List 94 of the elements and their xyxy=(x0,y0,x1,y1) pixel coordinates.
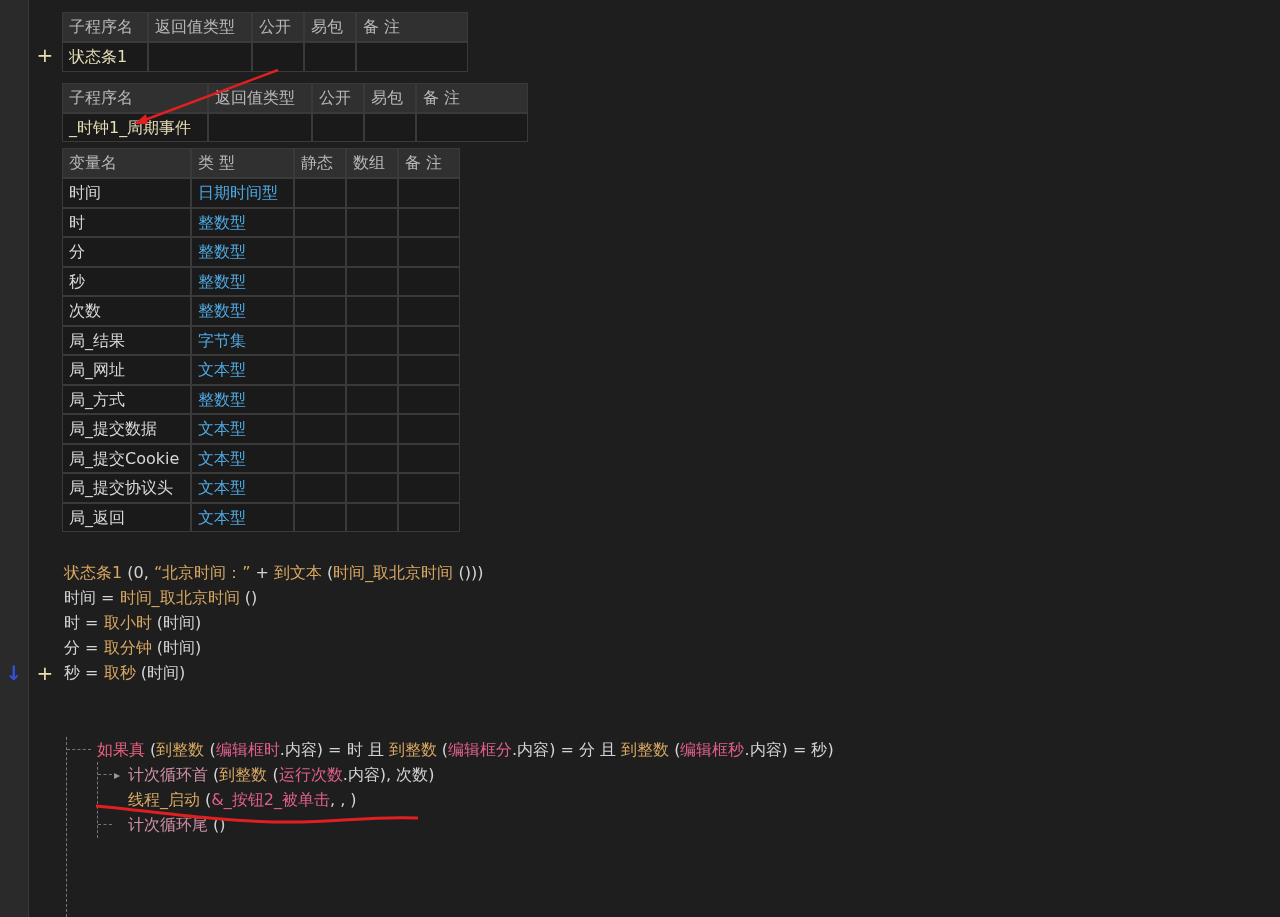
table-cell xyxy=(399,474,459,502)
table-cell: 局_提交协议头 xyxy=(63,474,190,502)
breakpoint-arrow: ↓ xyxy=(5,661,23,684)
table-cell: 局_方式 xyxy=(63,385,190,413)
table-cell: 整数型 xyxy=(192,238,293,266)
table-cell: 次数 xyxy=(63,297,190,325)
column-header: 数组 xyxy=(347,149,397,177)
table-cell: 秒 xyxy=(63,267,190,295)
table-cell xyxy=(295,503,345,531)
column-header: 公开 xyxy=(253,13,303,41)
table-cell: 局_提交数据 xyxy=(63,415,190,443)
table-cell xyxy=(295,179,345,207)
table-cell xyxy=(295,415,345,443)
table-cell xyxy=(295,385,345,413)
table-cell xyxy=(305,43,355,71)
table-cell xyxy=(295,356,345,384)
table-cell xyxy=(347,385,397,413)
table-cell xyxy=(347,267,397,295)
table-cell xyxy=(347,179,397,207)
table-cell xyxy=(399,326,459,354)
column-header: 公开 xyxy=(313,83,363,112)
table-cell: 时间 xyxy=(63,179,190,207)
table-cell xyxy=(347,444,397,472)
table-cell xyxy=(347,208,397,236)
table-cell: 文本型 xyxy=(192,356,293,384)
column-header: 变量名 xyxy=(63,149,190,177)
column-header: 返回值类型 xyxy=(209,83,311,112)
column-header: 子程序名 xyxy=(63,13,147,41)
tree-line xyxy=(98,824,112,825)
table-cell: 整数型 xyxy=(192,385,293,413)
table-cell xyxy=(253,43,303,71)
table-cell xyxy=(313,113,363,141)
table-cell: 文本型 xyxy=(192,474,293,502)
column-header: 易包 xyxy=(305,13,355,41)
column-header: 易包 xyxy=(365,83,415,112)
table-cell: 局_结果 xyxy=(63,326,190,354)
table-cell xyxy=(295,297,345,325)
table-cell xyxy=(295,444,345,472)
column-header: 静态 xyxy=(295,149,345,177)
loop-marker: ▸ xyxy=(114,767,121,782)
tree-line xyxy=(98,774,112,775)
column-header: 备 注 xyxy=(399,149,459,177)
code-line: 秒 = 取秒 (时间) xyxy=(63,662,186,684)
table-cell: 整数型 xyxy=(192,297,293,325)
table-cell: 状态条1 xyxy=(63,43,147,71)
code-line: 分 = 取分钟 (时间) xyxy=(63,637,202,659)
table-cell xyxy=(295,474,345,502)
table-cell: 日期时间型 xyxy=(192,179,293,207)
code-line: 状态条1 (0, “北京时间：” + 到文本 (时间_取北京时间 ())) xyxy=(63,562,484,584)
table-cell: 文本型 xyxy=(192,444,293,472)
table-cell xyxy=(347,238,397,266)
table-cell: 分 xyxy=(63,238,190,266)
table-cell xyxy=(399,208,459,236)
table-cell: 整数型 xyxy=(192,267,293,295)
table-cell xyxy=(399,444,459,472)
table-cell xyxy=(399,238,459,266)
table-cell xyxy=(399,356,459,384)
table-cell xyxy=(365,113,415,141)
table-cell xyxy=(347,297,397,325)
table-cell: 整数型 xyxy=(192,208,293,236)
column-header: 备 注 xyxy=(357,13,467,41)
code-line: 时 = 取小时 (时间) xyxy=(63,612,202,634)
column-header: 子程序名 xyxy=(63,83,207,112)
table-cell xyxy=(399,415,459,443)
table-cell: 字节集 xyxy=(192,326,293,354)
table-cell xyxy=(399,179,459,207)
table-cell xyxy=(399,503,459,531)
table-cell xyxy=(295,208,345,236)
column-header: 返回值类型 xyxy=(149,13,251,41)
column-header: 类 型 xyxy=(192,149,293,177)
table-cell xyxy=(347,326,397,354)
table-cell: 时 xyxy=(63,208,190,236)
code-line: 线程_启动 (&_按钮2_被单击, , ) xyxy=(127,789,357,811)
table-cell xyxy=(295,326,345,354)
code-line: 计次循环首 (到整数 (运行次数.内容), 次数) xyxy=(127,764,435,786)
table-cell xyxy=(347,356,397,384)
column-header: 备 注 xyxy=(417,83,527,112)
code-line: 时间 = 时间_取北京时间 () xyxy=(63,587,258,609)
table-cell xyxy=(399,267,459,295)
table-cell xyxy=(295,267,345,295)
table-cell: 局_网址 xyxy=(63,356,190,384)
code-line: 如果真 (到整数 (编辑框时.内容) = 时 且 到整数 (编辑框分.内容) = 分 且 到整数 (编辑框秒.内容) = 秒) xyxy=(96,739,834,761)
table-cell xyxy=(347,415,397,443)
expand-toggle[interactable]: + xyxy=(36,661,54,684)
table-cell: 文本型 xyxy=(192,415,293,443)
expand-toggle[interactable]: + xyxy=(36,44,54,66)
table-cell xyxy=(399,385,459,413)
table-cell xyxy=(347,503,397,531)
table-cell: 局_提交Cookie xyxy=(63,444,190,472)
table-cell: 文本型 xyxy=(192,503,293,531)
table-cell xyxy=(295,238,345,266)
table-cell xyxy=(347,474,397,502)
table-cell: 局_返回 xyxy=(63,503,190,531)
table-cell xyxy=(399,297,459,325)
